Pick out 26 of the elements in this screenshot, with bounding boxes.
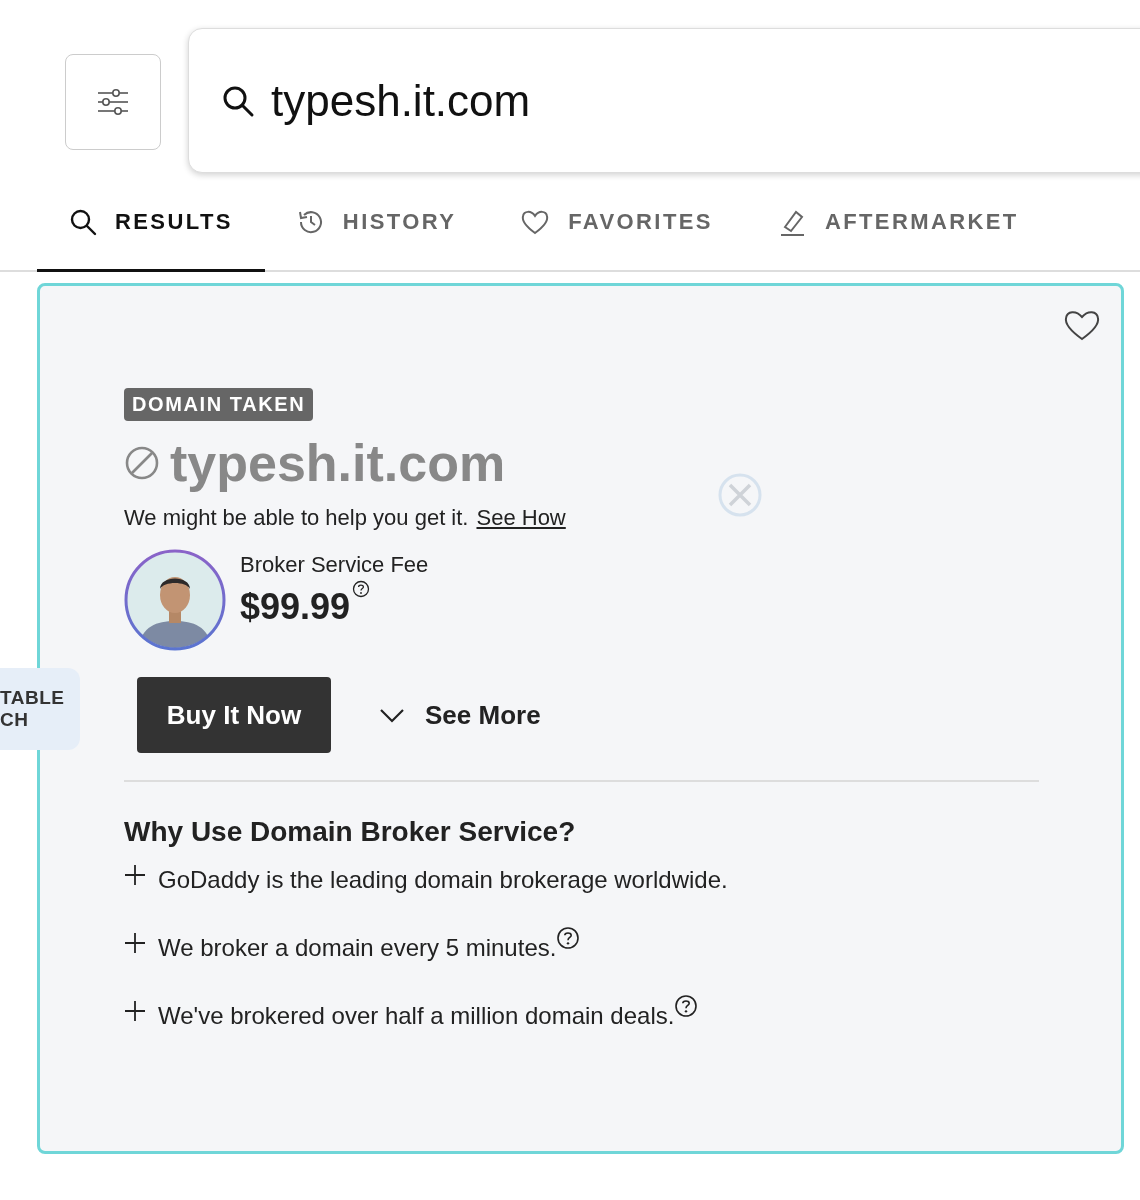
benefit-text: GoDaddy is the leading domain brokerage worldwide.: [158, 866, 728, 894]
search-icon: [69, 207, 97, 236]
see-how-link[interactable]: See How: [476, 505, 566, 531]
plus-icon: [124, 932, 146, 954]
domain-name: typesh.it.com: [170, 433, 506, 493]
filter-button[interactable]: [65, 54, 161, 150]
benefit-text: We've brokered over half a million domain deals.: [158, 1002, 675, 1030]
chevron-icon: [379, 707, 405, 723]
see-more-button[interactable]: See More: [379, 699, 541, 731]
section-heading: Why Use Domain Broker Service?: [124, 816, 576, 848]
unavailable-icon: [124, 445, 160, 481]
buy-it-now-button[interactable]: Buy It Now: [137, 677, 331, 753]
plus-icon: [124, 1000, 146, 1022]
tab[interactable]: RESULTS: [37, 152, 265, 272]
search-field[interactable]: typesh.it.com: [188, 28, 1140, 173]
fee-label: Broker Service Fee: [240, 552, 429, 578]
help-icon[interactable]: [556, 926, 581, 950]
help-icon[interactable]: [352, 580, 371, 598]
status-badge: DOMAIN TAKEN: [124, 388, 314, 421]
price: $99.99: [240, 586, 351, 628]
side-tab[interactable]: TABLE CH: [0, 668, 80, 750]
help-icon[interactable]: [674, 994, 699, 1018]
benefit-text: We broker a domain every 5 minutes.: [158, 934, 557, 962]
message-text: We might be able to help you get it.: [124, 505, 469, 531]
plus-icon: [124, 864, 146, 886]
heart-icon[interactable]: [1063, 308, 1101, 342]
